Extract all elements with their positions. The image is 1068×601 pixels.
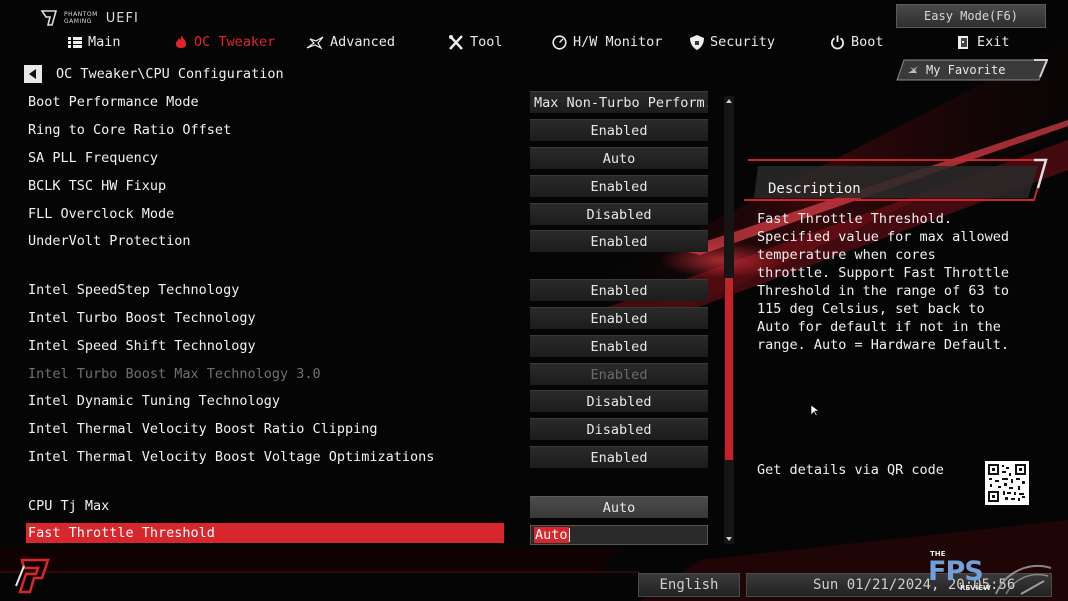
tab-main[interactable]: Main [68, 30, 121, 54]
setting-label[interactable]: Ring to Core Ratio Offset [28, 121, 231, 139]
input-value: Auto [534, 527, 569, 543]
tab-oc-tweaker-label: OC Tweaker [194, 34, 276, 50]
chevron-left-icon [29, 69, 36, 79]
tab-oc-tweaker[interactable]: OC Tweaker [174, 30, 275, 54]
star-icon [908, 66, 918, 73]
description-text: Fast Throttle Threshold. Specified value… [757, 211, 1009, 353]
flame-icon [175, 34, 187, 48]
watermark-fps: FPS [928, 556, 984, 587]
tab-hw-monitor[interactable]: H/W Monitor [552, 30, 662, 54]
mouse-cursor-icon [811, 405, 819, 417]
power-icon [831, 35, 844, 49]
setting-label[interactable]: SA PLL Frequency [28, 149, 158, 167]
setting-value[interactable]: Auto [530, 496, 708, 518]
setting-value[interactable]: Disabled [530, 390, 708, 412]
setting-value[interactable]: Enabled [530, 119, 708, 141]
monitor-icon [552, 34, 567, 50]
tab-tool[interactable]: Tool [448, 30, 503, 54]
tab-boot-label: Boot [851, 34, 884, 50]
setting-label[interactable]: Intel Speed Shift Technology [28, 337, 256, 355]
phantom-gaming-icon [40, 10, 58, 26]
qr-label: Get details via QR code [757, 462, 944, 478]
setting-label[interactable]: UnderVolt Protection [28, 232, 191, 250]
main-nav: Main OC Tweaker Advanced Tool H/W Monito… [0, 30, 1068, 54]
fps-review-watermark: THE FPS REVIEW [926, 548, 1056, 598]
watermark-review: REVIEW [960, 584, 991, 592]
exit-icon [958, 35, 968, 49]
setting-value[interactable]: Enabled [530, 230, 708, 252]
arrow-down-icon [726, 537, 732, 541]
setting-value[interactable]: Auto [530, 147, 708, 169]
favorite-label: My Favorite [926, 63, 1006, 77]
tab-hw-monitor-label: H/W Monitor [573, 34, 663, 50]
setting-value[interactable]: Enabled [530, 446, 708, 468]
qr-code [985, 461, 1029, 505]
setting-value[interactable]: Disabled [530, 418, 708, 440]
list-icon [68, 36, 82, 48]
star-icon [306, 35, 324, 49]
setting-value[interactable]: Disabled [530, 203, 708, 225]
tab-security[interactable]: Security [690, 30, 775, 54]
back-button[interactable] [24, 65, 42, 83]
setting-value[interactable]: Enabled [530, 335, 708, 357]
shield-icon [690, 34, 704, 50]
brand-line1: PHANTOM [64, 11, 98, 18]
phantom-gaming-logo: PHANTOM GAMING UEFI [40, 8, 139, 28]
setting-label[interactable]: Intel Thermal Velocity Boost Ratio Clipp… [28, 420, 378, 438]
setting-label[interactable]: Boot Performance Mode [28, 93, 199, 111]
tab-exit[interactable]: Exit [957, 30, 1010, 54]
text-caret [568, 528, 570, 542]
setting-label[interactable]: FLL Overclock Mode [28, 205, 174, 223]
uefi-label: UEFI [105, 10, 139, 26]
setting-label-selected[interactable]: Fast Throttle Threshold [26, 523, 504, 543]
easy-mode-button[interactable]: Easy Mode(F6) [896, 4, 1046, 28]
phantom-gaming-bottom-logo [15, 558, 50, 594]
setting-label[interactable]: Intel Thermal Velocity Boost Voltage Opt… [28, 448, 434, 466]
tab-advanced-label: Advanced [330, 34, 396, 50]
language-button[interactable]: English [638, 573, 740, 597]
setting-value-disabled: Enabled [530, 363, 708, 385]
description-title: Description [768, 181, 861, 197]
setting-label[interactable]: Intel Dynamic Tuning Technology [28, 392, 280, 410]
setting-label[interactable]: Intel SpeedStep Technology [28, 281, 239, 299]
setting-label-disabled: Intel Turbo Boost Max Technology 3.0 [28, 366, 321, 382]
breadcrumb: OC Tweaker\CPU Configuration [56, 66, 284, 82]
scrollbar-thumb[interactable] [725, 278, 733, 460]
tab-tool-label: Tool [470, 34, 503, 50]
tab-advanced[interactable]: Advanced [306, 30, 395, 54]
setting-label[interactable]: Intel Turbo Boost Technology [28, 309, 256, 327]
arrow-up-icon [726, 99, 732, 103]
setting-label[interactable]: BCLK TSC HW Fixup [28, 177, 166, 195]
setting-value[interactable]: Max Non-Turbo Perform... [530, 91, 708, 113]
tools-icon [449, 34, 463, 50]
scroll-down-button[interactable] [724, 534, 734, 544]
tab-main-label: Main [88, 34, 121, 50]
tab-security-label: Security [710, 34, 776, 50]
setting-label[interactable]: CPU Tj Max [28, 497, 109, 515]
setting-value[interactable]: Enabled [530, 307, 708, 329]
scroll-up-button[interactable] [724, 96, 734, 106]
setting-value[interactable]: Enabled [530, 175, 708, 197]
tab-boot[interactable]: Boot [830, 30, 884, 54]
brand-line2: GAMING [64, 18, 92, 25]
setting-value[interactable]: Enabled [530, 279, 708, 301]
my-favorite-button[interactable]: My Favorite [896, 59, 1048, 81]
setting-value-input[interactable]: Auto [530, 525, 708, 545]
tab-exit-label: Exit [977, 34, 1010, 50]
